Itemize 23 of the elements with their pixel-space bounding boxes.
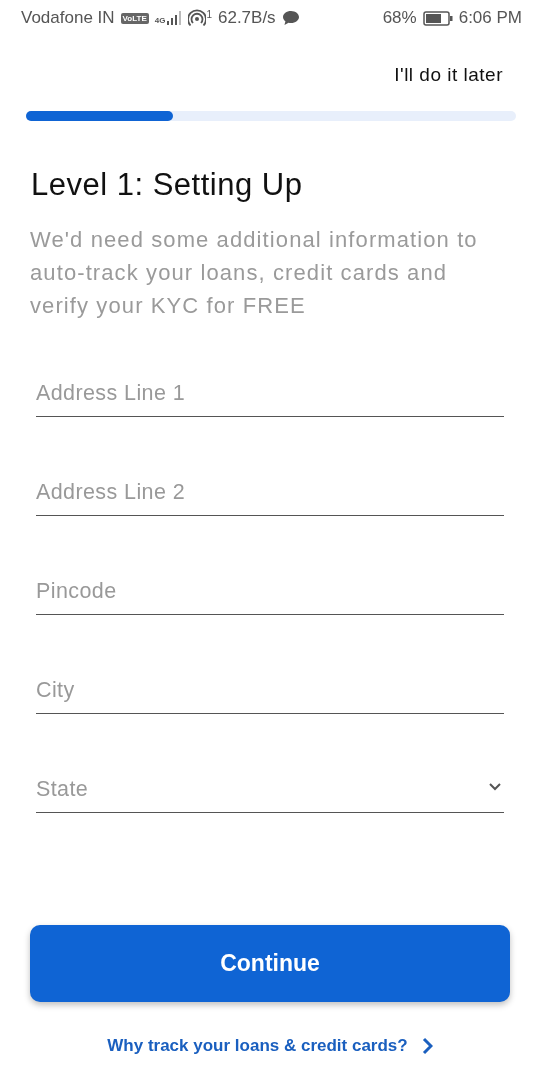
skip-link[interactable]: I'll do it later	[394, 64, 503, 86]
signal-icon	[166, 11, 183, 25]
description-text: We'd need some additional information to auto-track your loans, credit cards and verify your KYC for FREE	[30, 226, 479, 320]
page-heading: Level 1: Setting Up	[31, 167, 304, 203]
volte-badge: VoLTE	[120, 12, 149, 24]
carrier-name: Vodafone IN	[21, 8, 115, 28]
clock-time: 6:06 PM	[458, 8, 522, 28]
network-type: 4G	[154, 17, 166, 25]
battery-icon	[422, 10, 453, 26]
chevron-down-icon	[488, 782, 502, 791]
hotspot-count: 1	[206, 9, 212, 20]
dropdown-field[interactable]: State	[36, 752, 504, 813]
battery-percent: 68%	[382, 8, 417, 28]
input-field[interactable]: City	[36, 653, 504, 714]
input-field[interactable]: Address Line 1	[36, 356, 504, 417]
input-field[interactable]: Address Line 2	[36, 455, 504, 516]
info-link[interactable]: Why track your loans & credit cards?	[107, 1036, 408, 1056]
continue-button[interactable]: Continue	[30, 925, 510, 1002]
chat-icon	[281, 10, 300, 26]
network-speed: 62.7B/s	[217, 8, 276, 28]
input-field[interactable]: Pincode	[36, 554, 504, 615]
chevron-right-icon	[421, 1037, 433, 1055]
hotspot-icon	[188, 9, 207, 27]
